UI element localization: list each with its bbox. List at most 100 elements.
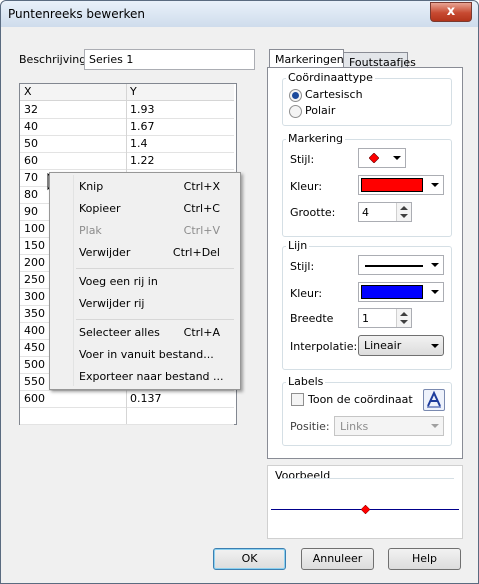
preview-panel: Voorbeeld — [267, 465, 463, 539]
cell-x[interactable]: 450 — [24, 341, 45, 354]
close-button[interactable]: x — [430, 2, 472, 22]
cell-y[interactable]: 0.137 — [130, 392, 162, 405]
line-style-label: Stijl: — [290, 260, 315, 273]
menu-item-shortcut: Ctrl+C — [183, 202, 220, 215]
spin-down-icon — [400, 320, 408, 324]
line-width-value: 1 — [362, 312, 369, 325]
cancel-button-label: Annuleer — [312, 552, 363, 565]
menu-item-delete-row[interactable]: Verwijder rij — [52, 293, 238, 315]
column-header-y[interactable]: Y — [130, 85, 137, 98]
menu-item-insert-row[interactable]: Voeg een rij in — [52, 271, 238, 293]
cell-x[interactable]: 200 — [24, 256, 45, 269]
menu-item-plak: Plak Ctrl+V — [52, 220, 238, 242]
interpolation-label: Interpolatie: — [290, 340, 358, 353]
labels-group-label: Labels — [286, 375, 326, 388]
column-header-x[interactable]: X — [24, 85, 32, 98]
radio-cartesian[interactable] — [289, 89, 302, 102]
menu-item-label: Verwijder — [79, 246, 131, 259]
spin-buttons[interactable] — [396, 309, 411, 327]
position-select: Links — [334, 416, 444, 436]
ok-button[interactable]: OK — [213, 548, 286, 570]
chevron-down-icon — [431, 343, 439, 348]
cell-x[interactable]: 40 — [24, 120, 38, 133]
marker-color-swatch — [361, 178, 423, 192]
cell-x[interactable]: 60 — [24, 154, 38, 167]
cell-x[interactable]: 70 — [24, 171, 38, 184]
context-menu: Knip Ctrl+X Kopieer Ctrl+C Plak Ctrl+V V… — [49, 172, 241, 390]
table-row[interactable]: 50 1.4 — [20, 135, 234, 153]
position-value: Links — [340, 420, 369, 433]
title-bar: Puntenreeks bewerken x — [1, 1, 478, 27]
table-row[interactable]: 40 1.67 — [20, 118, 234, 136]
tab-label: Markeringen — [275, 53, 344, 66]
cell-x[interactable]: 500 — [24, 358, 45, 371]
menu-item-label: Voeg een rij in — [79, 275, 158, 288]
spin-up-icon — [400, 206, 408, 210]
cell-x[interactable]: 50 — [24, 137, 38, 150]
close-icon: x — [446, 4, 456, 19]
cell-x[interactable]: 550 — [24, 375, 45, 388]
cell-y[interactable]: 1.67 — [130, 120, 155, 133]
preview-separator — [282, 478, 454, 479]
menu-item-kopieer[interactable]: Kopieer Ctrl+C — [52, 198, 238, 220]
chevron-down-icon — [393, 156, 401, 160]
spin-up-icon — [400, 312, 408, 316]
radio-polar[interactable] — [289, 105, 302, 118]
cell-x[interactable]: 90 — [24, 205, 38, 218]
cell-x[interactable]: 80 — [24, 188, 38, 201]
coord-type-group — [282, 78, 452, 126]
line-width-stepper[interactable]: 1 — [358, 308, 412, 328]
menu-item-label: Selecteer alles — [79, 326, 160, 339]
cell-x[interactable]: 32 — [24, 103, 38, 116]
menu-item-label: Knip — [79, 180, 104, 193]
cell-x[interactable]: 150 — [24, 239, 45, 252]
marker-size-label: Grootte: — [290, 206, 336, 219]
cell-x[interactable]: 300 — [24, 290, 45, 303]
ok-button-label: OK — [241, 552, 258, 565]
cell-y[interactable]: 1.4 — [130, 137, 148, 150]
table-row[interactable] — [20, 407, 234, 425]
help-button[interactable]: Help — [388, 548, 461, 570]
marker-size-stepper[interactable]: 4 — [358, 202, 412, 222]
cell-x[interactable]: 100 — [24, 222, 45, 235]
description-input[interactable]: Series 1 — [84, 49, 255, 70]
line-style-preview — [365, 265, 423, 267]
line-width-label: Breedte — [290, 312, 334, 325]
line-color-select[interactable] — [358, 282, 444, 302]
table-row[interactable]: 600 0.137 — [20, 390, 234, 408]
table-row[interactable]: 32 1.93 — [20, 101, 234, 119]
menu-item-select-all[interactable]: Selecteer alles Ctrl+A — [52, 322, 238, 344]
font-button[interactable] — [423, 389, 445, 411]
menu-item-shortcut: Ctrl+X — [183, 180, 220, 193]
marker-color-select[interactable] — [358, 175, 444, 195]
marker-style-label: Stijl: — [290, 153, 315, 166]
menu-item-shortcut: Ctrl+V — [183, 224, 220, 237]
cell-x[interactable]: 600 — [24, 392, 45, 405]
line-style-select[interactable] — [358, 255, 444, 275]
menu-item-verwijder[interactable]: Verwijder Ctrl+Del — [52, 242, 238, 264]
menu-item-import-file[interactable]: Voer in vanuit bestand... — [52, 344, 238, 366]
interpolation-select[interactable]: Lineair — [358, 335, 444, 356]
show-coord-checkbox[interactable] — [291, 393, 304, 406]
cell-y[interactable]: 1.93 — [130, 103, 155, 116]
menu-item-shortcut: Ctrl+Del — [172, 246, 220, 259]
table-row[interactable]: 60 1.22 — [20, 152, 234, 170]
line-group-label: Lijn — [286, 239, 310, 252]
cell-x[interactable]: 400 — [24, 324, 45, 337]
chevron-down-icon — [431, 290, 439, 294]
spin-buttons[interactable] — [396, 203, 411, 221]
cell-x[interactable]: 250 — [24, 273, 45, 286]
menu-item-export-file[interactable]: Exporteer naar bestand ... — [52, 366, 238, 388]
menu-item-knip[interactable]: Knip Ctrl+X — [52, 176, 238, 198]
diamond-icon — [369, 153, 379, 163]
radio-cartesian-label: Cartesisch — [305, 88, 363, 101]
menu-item-shortcut: Ctrl+A — [183, 326, 220, 339]
interpolation-value: Lineair — [364, 339, 402, 352]
marker-style-select[interactable] — [358, 148, 406, 168]
grid-header: X Y — [20, 84, 234, 101]
cell-x[interactable]: 350 — [24, 307, 45, 320]
line-color-label: Kleur: — [290, 287, 323, 300]
cell-y[interactable]: 1.22 — [130, 154, 155, 167]
position-label: Positie: — [290, 420, 330, 433]
cancel-button[interactable]: Annuleer — [301, 548, 374, 570]
